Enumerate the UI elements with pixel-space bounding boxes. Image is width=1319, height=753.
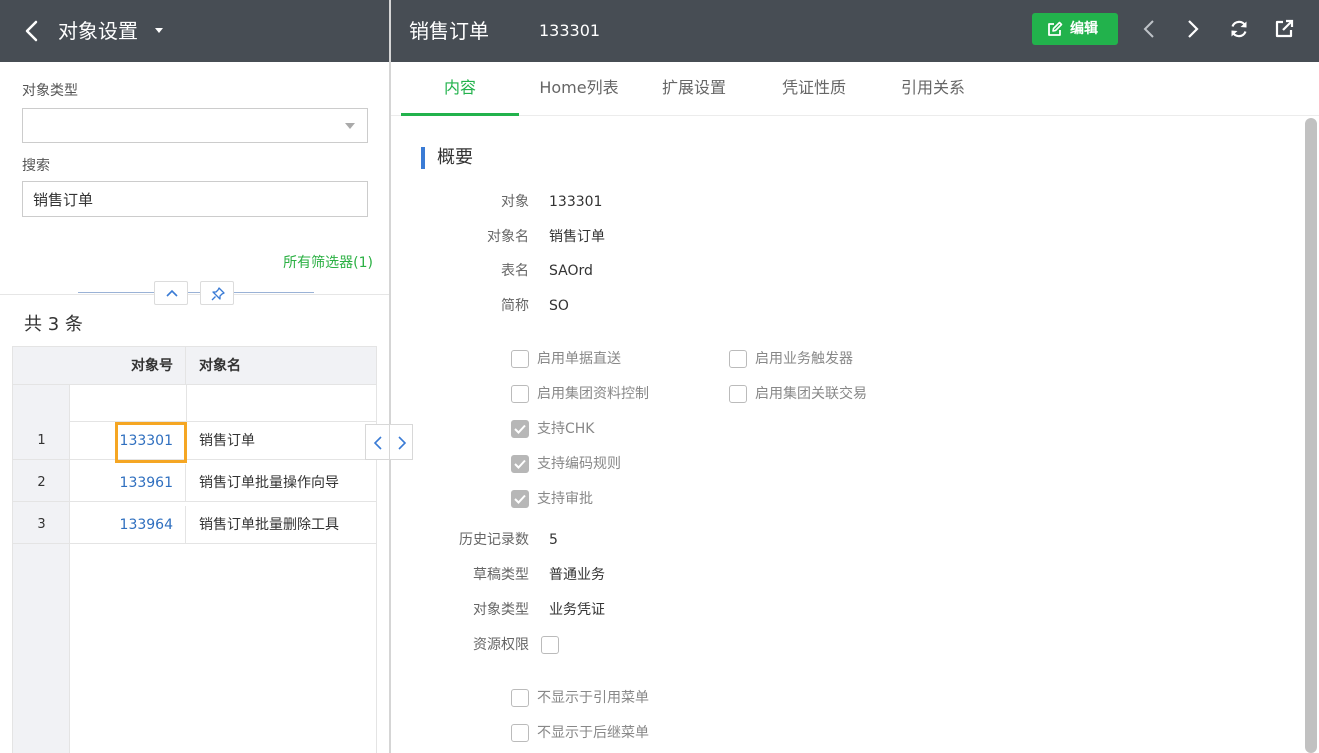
dropdown-arrow-icon	[345, 123, 355, 129]
column-header-code[interactable]: 对象号	[71, 347, 186, 386]
open-external-icon[interactable]	[1273, 18, 1295, 40]
back-arrow-icon[interactable]	[20, 18, 44, 44]
collapse-left-panel-button[interactable]	[365, 424, 389, 460]
checkmark-icon	[514, 494, 526, 504]
field-label: 简称	[501, 298, 529, 314]
previous-record-icon[interactable]	[1139, 18, 1161, 40]
right-panel: 销售订单 133301 编辑 内容 Home列表 扩展设置 凭证性质 引用关系 …	[389, 0, 1319, 753]
field-value: SAOrd	[549, 263, 593, 279]
field-label: 对象名	[487, 229, 529, 245]
chevron-left-icon	[373, 436, 382, 450]
field-label: 对象类型	[473, 602, 529, 618]
refresh-icon[interactable]	[1228, 18, 1250, 40]
object-type-label: 对象类型	[22, 83, 78, 99]
panel-divider	[78, 292, 314, 293]
checkbox-box[interactable]	[511, 724, 529, 742]
field-value: 销售订单	[549, 229, 605, 245]
left-header: 对象设置	[0, 0, 389, 62]
tab-content[interactable]: 内容	[401, 62, 519, 116]
chevron-up-icon	[166, 289, 178, 297]
expand-left-panel-button[interactable]	[389, 424, 413, 460]
row-number-column	[13, 346, 70, 753]
checkbox-label: 不显示于引用菜单	[537, 690, 649, 706]
field-value: SO	[549, 298, 569, 314]
panel-divider-full	[0, 294, 389, 295]
edit-icon	[1048, 21, 1063, 36]
search-input[interactable]	[22, 181, 368, 217]
grid-filter-row[interactable]	[70, 385, 376, 422]
checkbox-box[interactable]	[511, 420, 529, 438]
all-filters-link[interactable]: 所有筛选器(1)	[283, 252, 373, 272]
object-name-cell: 销售订单	[187, 422, 376, 460]
field-value: 133301	[549, 194, 603, 210]
object-code-link[interactable]: 133961	[71, 464, 186, 502]
checkbox-label: 启用业务触发器	[755, 351, 853, 367]
field-label: 对象	[501, 194, 529, 210]
checkbox-box[interactable]	[511, 385, 529, 403]
pin-filters-button[interactable]	[200, 281, 234, 305]
object-name-cell: 销售订单批量删除工具	[187, 506, 376, 544]
record-code: 133301	[539, 21, 601, 40]
object-name-cell: 销售订单批量操作向导	[187, 464, 376, 502]
row-number: 2	[37, 475, 46, 490]
tab-bar: 内容 Home列表 扩展设置 凭证性质 引用关系	[391, 62, 1319, 116]
checkbox-label: 支持编码规则	[537, 456, 621, 472]
pin-icon	[211, 287, 225, 301]
section-title: 概要	[421, 147, 473, 169]
checkbox-label: 支持CHK	[537, 421, 595, 437]
content-area: 概要 对象 133301 对象名 销售订单 表名 SAOrd 简称 SO 启用单…	[391, 116, 1319, 753]
row-number: 1	[37, 433, 46, 448]
tab-home-list[interactable]: Home列表	[529, 62, 629, 116]
result-count: 共 3 条	[24, 314, 83, 335]
checkbox-box[interactable]	[511, 689, 529, 707]
object-code-link[interactable]: 133301	[71, 422, 186, 460]
checkbox-label: 不显示于后继菜单	[537, 725, 649, 741]
checkbox-box[interactable]	[511, 490, 529, 508]
field-value: 5	[549, 532, 558, 548]
edit-button-label: 编辑	[1070, 21, 1098, 37]
field-label: 资源权限	[473, 637, 529, 653]
next-record-icon[interactable]	[1181, 18, 1203, 40]
chevron-right-icon	[398, 436, 407, 450]
field-label: 历史记录数	[459, 532, 529, 548]
checkbox-label: 支持审批	[537, 491, 593, 507]
tab-voucher-nature[interactable]: 凭证性质	[767, 62, 861, 116]
field-label: 草稿类型	[473, 567, 529, 583]
result-grid: 对象号 对象名 1 133301 销售订单 2 133961 销售订单批量操作向…	[12, 346, 377, 753]
collapse-filters-button[interactable]	[154, 281, 188, 305]
right-header: 销售订单 133301 编辑	[391, 0, 1319, 62]
edit-button[interactable]: 编辑	[1032, 13, 1118, 45]
checkbox-label: 启用集团资料控制	[537, 386, 649, 402]
checkbox-box[interactable]	[511, 350, 529, 368]
column-header-name[interactable]: 对象名	[199, 347, 241, 386]
checkbox-label: 启用单据直送	[537, 351, 621, 367]
table-row[interactable]: 1 133301 销售订单	[13, 422, 376, 460]
checkbox-box[interactable]	[541, 636, 559, 654]
field-label: 表名	[501, 263, 529, 279]
object-code-link[interactable]: 133964	[71, 506, 186, 544]
checkbox-box[interactable]	[729, 350, 747, 368]
field-value: 业务凭证	[549, 602, 605, 618]
checkbox-box[interactable]	[729, 385, 747, 403]
table-row[interactable]: 3 133964 销售订单批量删除工具	[13, 506, 376, 544]
tab-extension-settings[interactable]: 扩展设置	[649, 62, 739, 116]
checkbox-box[interactable]	[511, 455, 529, 473]
checkbox-label: 启用集团关联交易	[755, 386, 867, 402]
table-row[interactable]: 2 133961 销售订单批量操作向导	[13, 464, 376, 502]
left-title[interactable]: 对象设置	[58, 17, 138, 45]
tab-references[interactable]: 引用关系	[885, 62, 981, 116]
field-value: 普通业务	[549, 567, 605, 583]
checkmark-icon	[514, 424, 526, 434]
caret-down-icon[interactable]	[153, 24, 165, 36]
record-title: 销售订单	[409, 19, 489, 43]
object-type-select[interactable]	[22, 108, 368, 143]
row-number: 3	[37, 517, 46, 532]
vertical-scrollbar[interactable]	[1305, 118, 1317, 753]
checkmark-icon	[514, 459, 526, 469]
grid-header: 对象号 对象名	[13, 346, 376, 386]
left-panel: 对象设置 对象类型 搜索 所有筛选器(1) 共 3 条 对象号 对象名	[0, 0, 389, 753]
search-label: 搜索	[22, 158, 50, 174]
